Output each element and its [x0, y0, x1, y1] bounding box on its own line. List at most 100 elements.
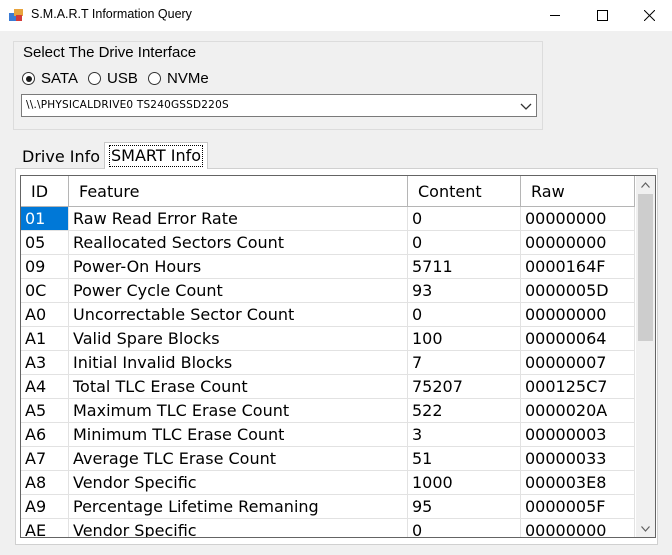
radio-nvme[interactable]: NVMe — [148, 70, 209, 87]
cell-id[interactable]: A9 — [21, 495, 69, 519]
radio-usb-indicator[interactable] — [88, 72, 101, 85]
cell-id[interactable]: A6 — [21, 423, 69, 447]
cell-raw[interactable]: 0000005D — [521, 279, 635, 303]
cell-raw[interactable]: 0000020A — [521, 399, 635, 423]
tab-smart-info-label: SMART Info — [109, 145, 203, 167]
cell-content[interactable]: 5711 — [408, 255, 521, 279]
scroll-up-button[interactable] — [636, 176, 655, 193]
cell-raw[interactable]: 00000064 — [521, 327, 635, 351]
table-row[interactable]: A6 Minimum TLC Erase Count 3 00000003 — [21, 423, 635, 447]
column-header-content[interactable]: Content — [408, 176, 521, 207]
radio-usb-label: USB — [107, 70, 138, 87]
chevron-down-icon — [641, 525, 650, 532]
cell-feature[interactable]: Initial Invalid Blocks — [69, 351, 408, 375]
table-row[interactable]: AE Vendor Specific 0 00000000 — [21, 519, 635, 537]
table-row[interactable]: A5 Maximum TLC Erase Count 522 0000020A — [21, 399, 635, 423]
minimize-button[interactable] — [532, 0, 578, 31]
cell-content[interactable]: 0 — [408, 519, 521, 537]
column-header-raw[interactable]: Raw — [521, 176, 635, 207]
table-row[interactable]: 0C Power Cycle Count 93 0000005D — [21, 279, 635, 303]
interface-group-legend: Select The Drive Interface — [22, 44, 198, 61]
cell-feature[interactable]: Vendor Specific — [69, 471, 408, 495]
table-row[interactable]: 01 Raw Read Error Rate 0 00000000 — [21, 207, 635, 231]
cell-content[interactable]: 0 — [408, 207, 521, 231]
scroll-down-button[interactable] — [636, 520, 655, 537]
cell-feature[interactable]: Maximum TLC Erase Count — [69, 399, 408, 423]
vertical-scrollbar[interactable] — [636, 176, 655, 537]
cell-feature[interactable]: Valid Spare Blocks — [69, 327, 408, 351]
radio-nvme-indicator[interactable] — [148, 72, 161, 85]
cell-content[interactable]: 75207 — [408, 375, 521, 399]
table-row[interactable]: A8 Vendor Specific 1000 000003E8 — [21, 471, 635, 495]
radio-usb[interactable]: USB — [88, 70, 138, 87]
column-header-id[interactable]: ID — [21, 176, 69, 207]
cell-content[interactable]: 95 — [408, 495, 521, 519]
table-row[interactable]: A1 Valid Spare Blocks 100 00000064 — [21, 327, 635, 351]
tab-drive-info[interactable]: Drive Info — [22, 147, 100, 166]
cell-raw[interactable]: 00000007 — [521, 351, 635, 375]
cell-raw[interactable]: 000125C7 — [521, 375, 635, 399]
table-row[interactable]: A9 Percentage Lifetime Remaning 95 0000005F — [21, 495, 635, 519]
maximize-button[interactable] — [579, 0, 625, 31]
table-row[interactable]: 05 Reallocated Sectors Count 0 00000000 — [21, 231, 635, 255]
cell-id[interactable]: AE — [21, 519, 69, 537]
cell-feature[interactable]: Vendor Specific — [69, 519, 408, 537]
cell-content[interactable]: 51 — [408, 447, 521, 471]
title-bar: S.M.A.R.T Information Query — [0, 0, 672, 31]
table-row[interactable]: 09 Power-On Hours 5711 0000164F — [21, 255, 635, 279]
close-button[interactable] — [626, 0, 672, 31]
smart-data-grid[interactable]: ID Feature Content Raw 01 Raw Read Error … — [20, 175, 656, 538]
cell-raw[interactable]: 00000003 — [521, 423, 635, 447]
cell-content[interactable]: 3 — [408, 423, 521, 447]
cell-id[interactable]: A8 — [21, 471, 69, 495]
cell-feature[interactable]: Total TLC Erase Count — [69, 375, 408, 399]
chevron-up-icon — [641, 181, 650, 188]
cell-id[interactable]: A3 — [21, 351, 69, 375]
cell-id[interactable]: 09 — [21, 255, 69, 279]
cell-feature[interactable]: Average TLC Erase Count — [69, 447, 408, 471]
radio-sata[interactable]: SATA — [22, 70, 78, 87]
radio-sata-indicator[interactable] — [22, 72, 35, 85]
cell-id[interactable]: A4 — [21, 375, 69, 399]
drive-select-dropdown[interactable]: \\.\PHYSICALDRIVE0 TS240GSSD220S — [21, 94, 537, 117]
tab-smart-info[interactable]: SMART Info — [104, 142, 208, 169]
cell-id[interactable]: A7 — [21, 447, 69, 471]
cell-raw[interactable]: 00000000 — [521, 207, 635, 231]
cell-id[interactable]: 05 — [21, 231, 69, 255]
cell-raw[interactable]: 000003E8 — [521, 471, 635, 495]
table-row[interactable]: A3 Initial Invalid Blocks 7 00000007 — [21, 351, 635, 375]
cell-raw[interactable]: 00000000 — [521, 231, 635, 255]
cell-feature[interactable]: Raw Read Error Rate — [69, 207, 408, 231]
cell-content[interactable]: 93 — [408, 279, 521, 303]
cell-raw[interactable]: 0000164F — [521, 255, 635, 279]
cell-feature[interactable]: Percentage Lifetime Remaning — [69, 495, 408, 519]
cell-id[interactable]: 01 — [21, 207, 69, 231]
cell-content[interactable]: 522 — [408, 399, 521, 423]
cell-raw[interactable]: 00000000 — [521, 519, 635, 537]
cell-content[interactable]: 7 — [408, 351, 521, 375]
drive-select-value: \\.\PHYSICALDRIVE0 TS240GSSD220S — [26, 99, 229, 111]
cell-id[interactable]: 0C — [21, 279, 69, 303]
cell-feature[interactable]: Power-On Hours — [69, 255, 408, 279]
cell-feature[interactable]: Power Cycle Count — [69, 279, 408, 303]
cell-content[interactable]: 1000 — [408, 471, 521, 495]
cell-id[interactable]: A0 — [21, 303, 69, 327]
table-row[interactable]: A7 Average TLC Erase Count 51 00000033 — [21, 447, 635, 471]
cell-feature[interactable]: Reallocated Sectors Count — [69, 231, 408, 255]
cell-content[interactable]: 100 — [408, 327, 521, 351]
cell-content[interactable]: 0 — [408, 231, 521, 255]
cell-raw[interactable]: 00000000 — [521, 303, 635, 327]
column-header-feature[interactable]: Feature — [69, 176, 408, 207]
cell-raw[interactable]: 0000005F — [521, 495, 635, 519]
table-row[interactable]: A0 Uncorrectable Sector Count 0 00000000 — [21, 303, 635, 327]
cell-feature[interactable]: Uncorrectable Sector Count — [69, 303, 408, 327]
table-row[interactable]: A4 Total TLC Erase Count 75207 000125C7 — [21, 375, 635, 399]
cell-content[interactable]: 0 — [408, 303, 521, 327]
cell-id[interactable]: A5 — [21, 399, 69, 423]
cell-raw[interactable]: 00000033 — [521, 447, 635, 471]
radio-nvme-label: NVMe — [167, 70, 209, 87]
cell-feature[interactable]: Minimum TLC Erase Count — [69, 423, 408, 447]
scrollbar-thumb[interactable] — [638, 194, 653, 341]
cell-id[interactable]: A1 — [21, 327, 69, 351]
chevron-down-icon[interactable] — [520, 100, 532, 112]
